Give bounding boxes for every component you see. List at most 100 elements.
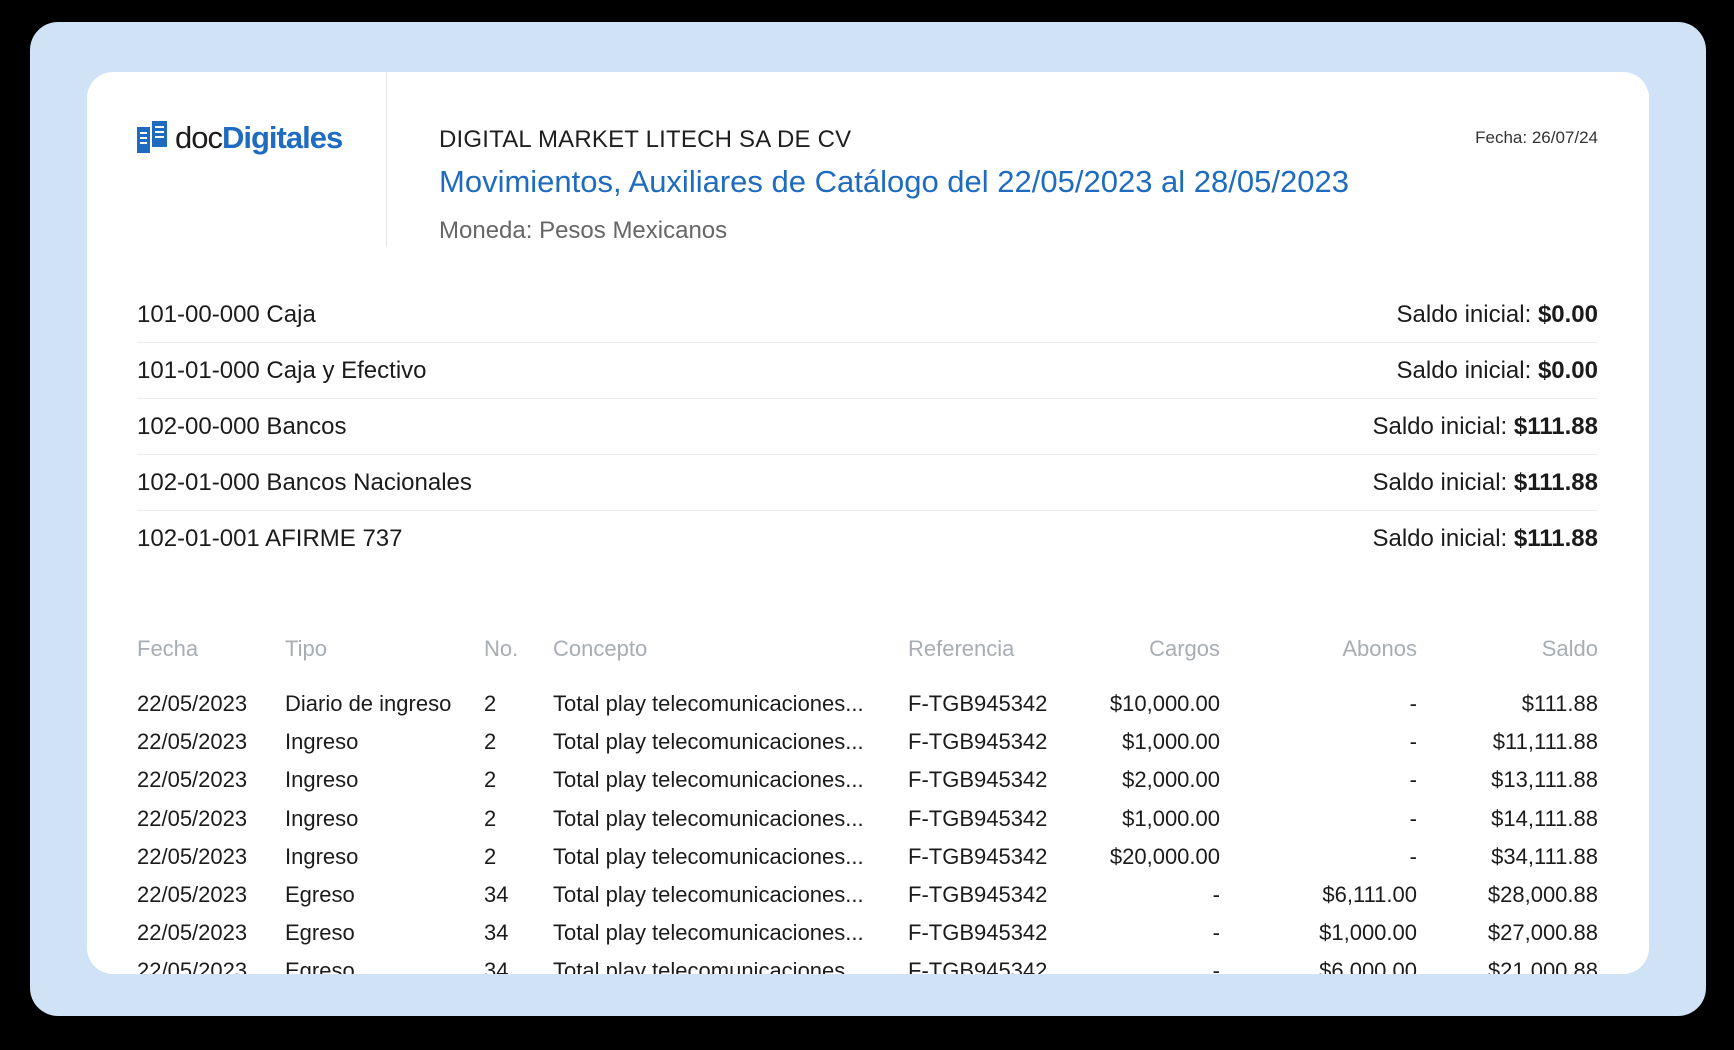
account-saldo: Saldo inicial: $111.88 [1372, 469, 1598, 497]
cell-no: 34 [484, 882, 509, 908]
account-row: 102-01-001 AFIRME 737 Saldo inicial: $11… [137, 511, 1598, 566]
account-saldo: Saldo inicial: $0.00 [1397, 301, 1598, 329]
cell-no: 2 [484, 729, 497, 755]
cell-saldo: $28,000.88 [1487, 882, 1598, 908]
cell-fecha: 22/05/2023 [137, 805, 248, 831]
cell-cargos: $20,000.00 [1109, 843, 1220, 869]
table-row[interactable]: 22/05/2023 Egreso 34 Total play telecomunic… [137, 952, 1598, 974]
cell-abonos: - [1409, 691, 1417, 717]
cell-tipo: Egreso [285, 958, 355, 974]
saldo-value: $111.88 [1513, 412, 1598, 440]
report-card: docDigitales DIGITAL MARKET LITECH SA DE… [87, 72, 1649, 974]
cell-cargos: $1,000.00 [1122, 729, 1220, 755]
cell-cargos: - [1212, 920, 1220, 946]
cell-saldo: $11,111.88 [1492, 729, 1598, 755]
cell-referencia: F-TGB945342 [908, 729, 1048, 755]
cell-cargos: $1,000.00 [1122, 805, 1220, 831]
table-row[interactable]: 22/05/2023 Egreso 34 Total play telecomunic… [137, 914, 1598, 952]
cell-tipo: Egreso [285, 882, 355, 908]
report-title: Movimientos, Auxiliares de Catálogo del … [439, 164, 1349, 199]
saldo-value: $0.00 [1537, 300, 1598, 328]
cell-tipo: Ingreso [285, 805, 359, 831]
cell-abonos: - [1409, 805, 1417, 831]
cell-referencia: F-TGB945342 [908, 920, 1048, 946]
column-header-referencia[interactable]: Referencia [908, 636, 1048, 662]
table-row[interactable]: 22/05/2023 Egreso 34 Total play telecomunic… [137, 876, 1598, 914]
cell-no: 2 [484, 767, 497, 793]
page-background: docDigitales DIGITAL MARKET LITECH SA DE… [30, 22, 1706, 1016]
company-name: DIGITAL MARKET LITECH SA DE CV [439, 126, 852, 153]
cell-abonos: $6,000.00 [1319, 958, 1417, 974]
cell-referencia: F-TGB945342 [908, 882, 1048, 908]
cell-concepto: Total play telecomunicaciones... [553, 729, 864, 755]
cell-tipo: Egreso [285, 920, 355, 946]
cell-abonos: $6,111.00 [1322, 882, 1417, 908]
table-row[interactable]: 22/05/2023 Ingreso 2 Total play telecomunic… [137, 800, 1598, 838]
cell-concepto: Total play telecomunicaciones... [553, 805, 864, 831]
cell-fecha: 22/05/2023 [137, 882, 248, 908]
cell-concepto: Total play telecomunicaciones... [553, 958, 864, 974]
cell-fecha: 22/05/2023 [137, 691, 248, 717]
cell-fecha: 22/05/2023 [137, 920, 248, 946]
cell-tipo: Ingreso [285, 767, 359, 793]
logo-digitales-text: Digitales [221, 120, 343, 155]
docdigitales-logo[interactable]: docDigitales [137, 120, 343, 156]
cell-no: 34 [484, 958, 509, 974]
cell-saldo: $21,000.88 [1487, 958, 1598, 974]
document-icon [137, 121, 167, 153]
table-row[interactable]: 22/05/2023 Diario de ingreso 2 Total play t… [137, 685, 1598, 723]
cell-no: 2 [484, 805, 497, 831]
column-header-concepto[interactable]: Concepto [553, 636, 908, 662]
cell-concepto: Total play telecomunicaciones... [553, 843, 864, 869]
cell-referencia: F-TGB945342 [908, 958, 1048, 974]
cell-saldo: $14,111.88 [1491, 805, 1598, 831]
account-list: 101-00-000 Caja Saldo inicial: $0.00 101… [137, 287, 1598, 566]
cell-referencia: F-TGB945342 [908, 767, 1048, 793]
cell-tipo: Ingreso [285, 843, 359, 869]
account-name: 102-01-000 Bancos Nacionales [137, 468, 472, 496]
cell-cargos: - [1212, 882, 1220, 908]
account-saldo: Saldo inicial: $0.00 [1397, 357, 1598, 385]
cell-abonos: - [1409, 843, 1417, 869]
header-divider [386, 72, 387, 247]
table-row[interactable]: 22/05/2023 Ingreso 2 Total play telecomunic… [137, 723, 1598, 761]
cell-saldo: $34,111.88 [1491, 843, 1598, 869]
saldo-value: $0.00 [1537, 356, 1598, 384]
table-row[interactable]: 22/05/2023 Ingreso 2 Total play telecomunic… [137, 838, 1598, 876]
cell-concepto: Total play telecomunicaciones... [553, 691, 864, 717]
column-header-no[interactable]: No. [484, 636, 553, 662]
column-header-cargos[interactable]: Cargos [1048, 636, 1220, 662]
cell-referencia: F-TGB945342 [908, 691, 1048, 717]
saldo-value: $111.88 [1513, 468, 1598, 496]
column-header-saldo[interactable]: Saldo [1417, 636, 1598, 662]
account-name: 102-01-001 AFIRME 737 [137, 524, 403, 552]
account-saldo: Saldo inicial: $111.88 [1372, 525, 1598, 553]
saldo-label: Saldo inicial: [1396, 356, 1538, 384]
account-row: 102-00-000 Bancos Saldo inicial: $111.88 [137, 399, 1598, 455]
saldo-value: $111.88 [1513, 524, 1598, 552]
cell-concepto: Total play telecomunicaciones... [553, 920, 864, 946]
cell-cargos: - [1212, 958, 1220, 974]
cell-no: 2 [484, 691, 497, 717]
cell-referencia: F-TGB945342 [908, 805, 1048, 831]
column-header-abonos[interactable]: Abonos [1220, 636, 1417, 662]
cell-cargos: $2,000.00 [1122, 767, 1220, 793]
cell-no: 34 [484, 920, 509, 946]
saldo-label: Saldo inicial: [1372, 412, 1514, 440]
cell-abonos: - [1409, 767, 1417, 793]
saldo-label: Saldo inicial: [1372, 524, 1514, 552]
cell-no: 2 [484, 843, 497, 869]
saldo-label: Saldo inicial: [1372, 468, 1514, 496]
cell-abonos: $1,000.00 [1319, 920, 1417, 946]
cell-fecha: 22/05/2023 [137, 729, 248, 755]
column-header-tipo[interactable]: Tipo [285, 636, 484, 662]
logo-wordmark: docDigitales [175, 120, 343, 156]
cell-saldo: $27,000.88 [1487, 920, 1598, 946]
table-row[interactable]: 22/05/2023 Ingreso 2 Total play telecomunic… [137, 761, 1598, 799]
cell-saldo: $13,111.88 [1491, 767, 1598, 793]
column-header-fecha[interactable]: Fecha [137, 636, 285, 662]
account-row: 101-01-000 Caja y Efectivo Saldo inicial… [137, 343, 1598, 399]
table-header-row: Fecha Tipo No. Concepto Referencia Cargo… [137, 629, 1598, 669]
account-saldo: Saldo inicial: $111.88 [1372, 413, 1598, 441]
cell-tipo: Ingreso [285, 729, 359, 755]
